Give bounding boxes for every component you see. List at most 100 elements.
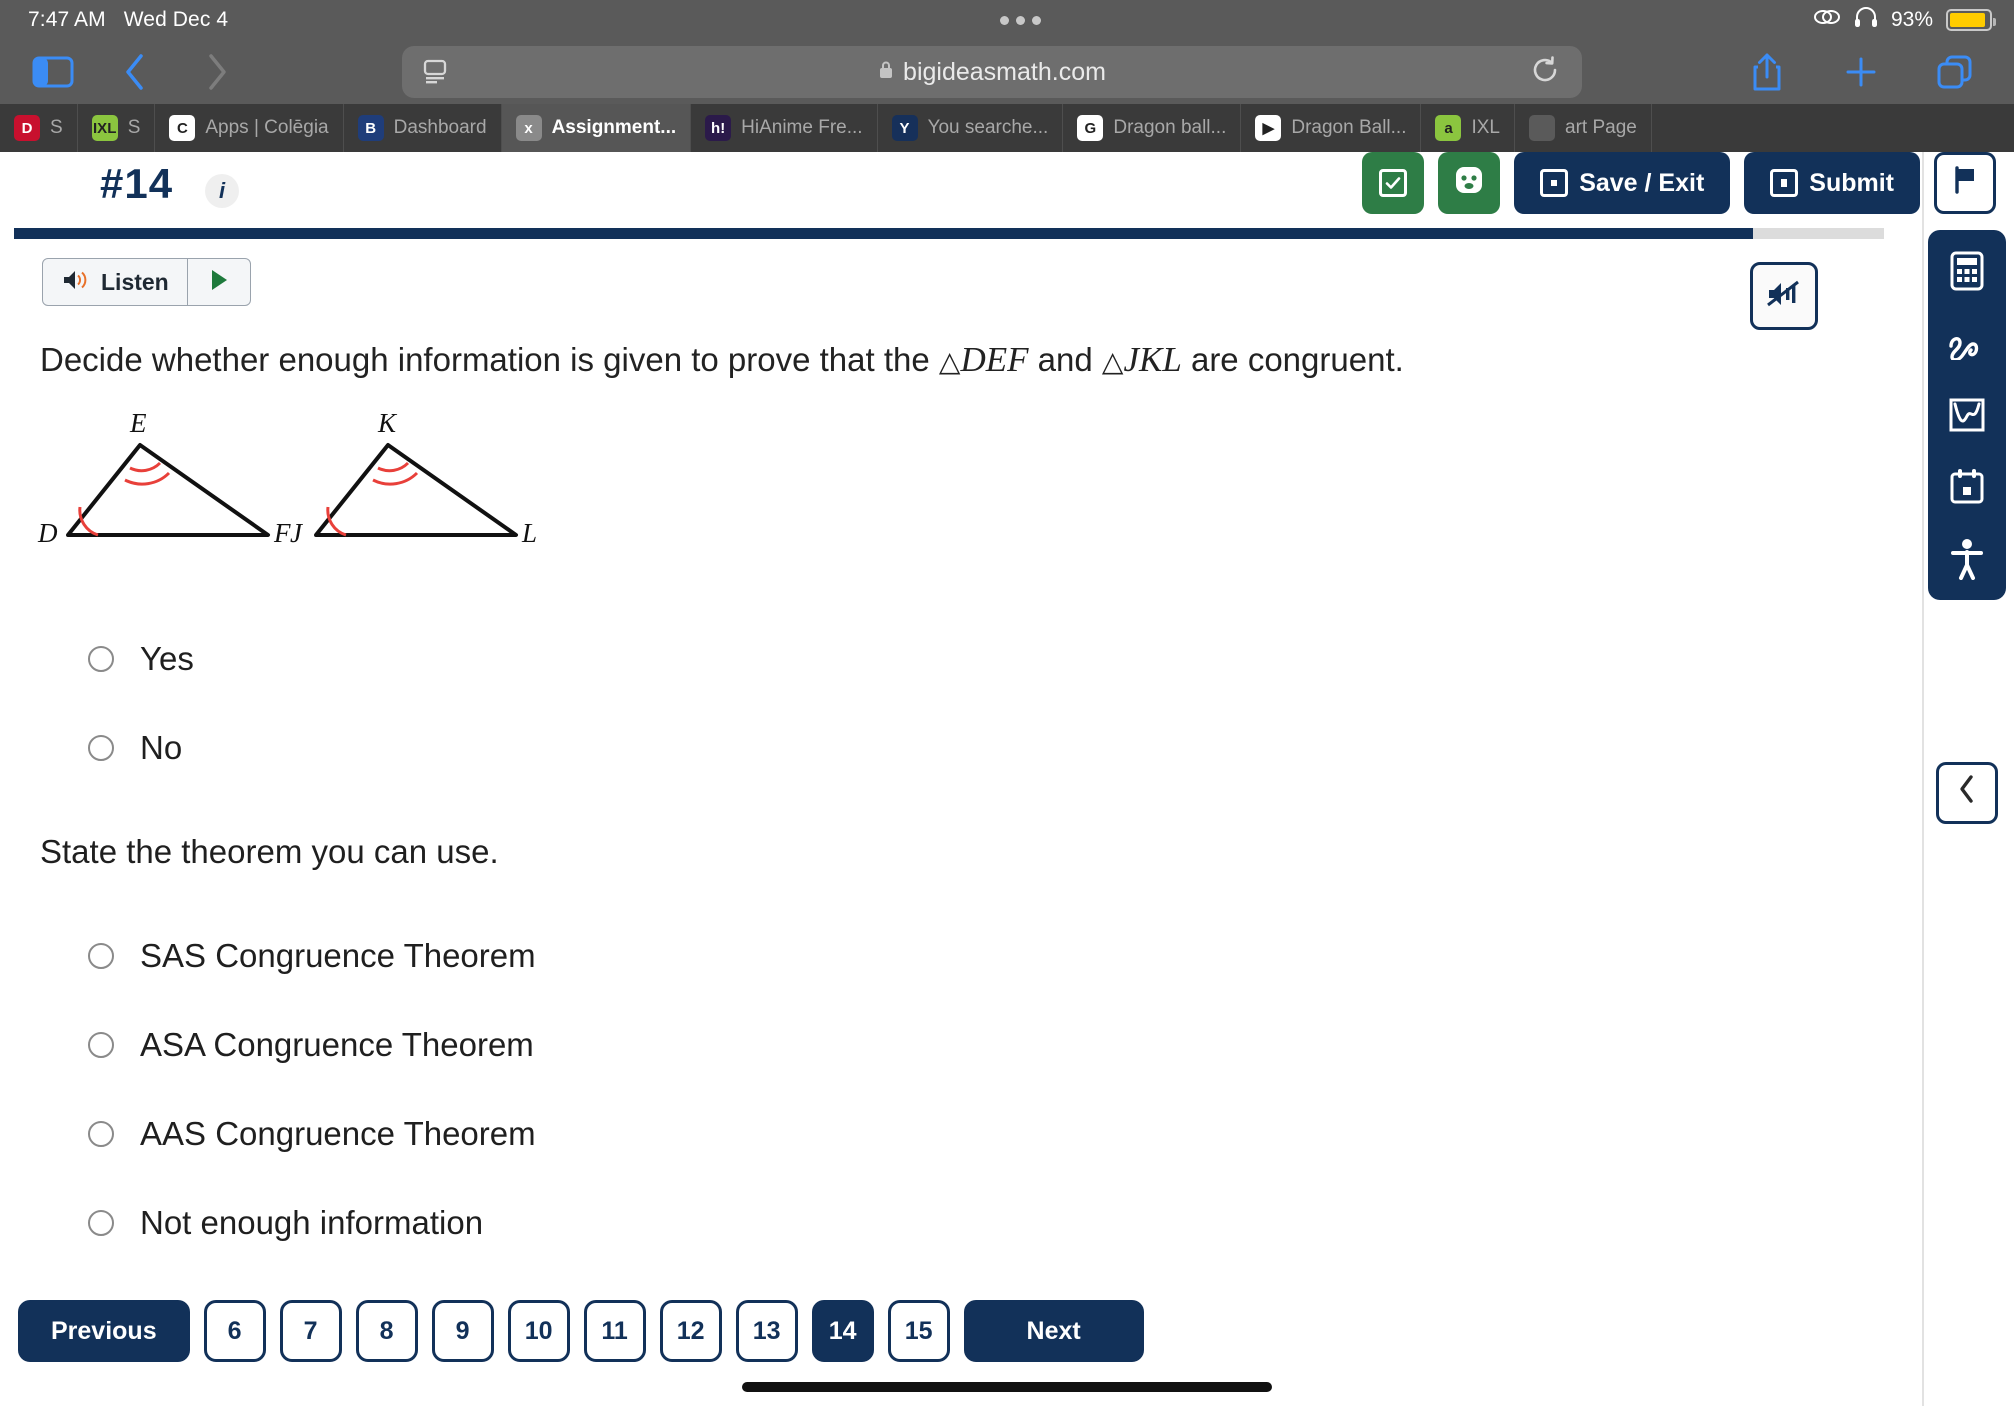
back-icon[interactable]	[112, 49, 158, 95]
reload-icon[interactable]	[1530, 55, 1560, 90]
prompt-part-2: and	[1037, 341, 1093, 378]
chevron-left-icon	[1957, 774, 1977, 812]
browser-tab[interactable]: a IXL	[1421, 104, 1516, 152]
tab-favicon-icon: a	[1435, 115, 1462, 141]
listen-toolbar: Listen	[42, 258, 251, 306]
browser-tab[interactable]: DS	[0, 104, 78, 152]
listen-button[interactable]: Listen	[43, 259, 187, 305]
tab-title: Apps | Colēgia	[205, 117, 329, 138]
screen-mirroring-icon	[1813, 7, 1841, 33]
accessibility-icon[interactable]	[1944, 536, 1990, 582]
option-yes-label: Yes	[140, 640, 194, 677]
option-not-enough[interactable]: Not enough information	[88, 1204, 483, 1242]
graph-icon[interactable]	[1944, 392, 1990, 438]
question-number: #14	[100, 160, 174, 207]
scribble-icon[interactable]	[1944, 320, 1990, 366]
page-button-13[interactable]: 13	[735, 1300, 798, 1362]
browser-tab[interactable]: C Apps | Colēgia	[155, 104, 344, 152]
browser-tab[interactable]: G Dragon ball...	[1063, 104, 1242, 152]
submit-label: Submit	[1809, 168, 1894, 197]
calculator-icon[interactable]	[1944, 248, 1990, 294]
svg-text:E: E	[129, 408, 147, 438]
mute-button[interactable]	[1750, 262, 1818, 330]
notes-icon[interactable]	[1944, 464, 1990, 510]
option-no[interactable]: No	[88, 729, 182, 767]
tab-favicon-icon: ▶	[1255, 115, 1282, 141]
ipad-safari-screen: 7:47 AM Wed Dec 4 93% bigideasmath.com D…	[0, 0, 2014, 1406]
browser-tab[interactable]: Y You searche...	[878, 104, 1064, 152]
home-indicator	[742, 1382, 1272, 1392]
tab-favicon-icon	[1529, 115, 1556, 141]
previous-button[interactable]: Previous	[18, 1300, 190, 1362]
option-yes[interactable]: Yes	[88, 640, 194, 678]
navigation-buttons	[0, 49, 240, 95]
play-button[interactable]	[188, 259, 250, 305]
page-button-6[interactable]: 6	[203, 1300, 266, 1362]
flag-button[interactable]	[1934, 152, 1996, 214]
svg-text:K: K	[377, 408, 398, 438]
page-button-9[interactable]: 9	[431, 1300, 494, 1362]
svg-text:J: J	[290, 518, 304, 548]
dynamic-island-dots	[228, 15, 1813, 25]
pagination-bar: Previous 6 7 8 9 10 11 12 13 14 15 Next	[18, 1300, 1144, 1362]
collapse-panel-button[interactable]	[1936, 762, 1998, 824]
radio-yes[interactable]	[88, 646, 114, 672]
new-tab-icon[interactable]	[1838, 49, 1884, 95]
radio-aas[interactable]	[88, 1121, 114, 1147]
forward-icon[interactable]	[194, 49, 240, 95]
tab-favicon-icon: D	[14, 115, 40, 141]
listen-label: Listen	[101, 268, 169, 295]
page-button-8[interactable]: 8	[355, 1300, 418, 1362]
tab-favicon-icon: h!	[705, 115, 732, 141]
three-dots-icon	[1000, 15, 1042, 25]
page-button-15[interactable]: 15	[887, 1300, 950, 1362]
tab-overview-icon[interactable]	[1932, 49, 1978, 95]
submit-button[interactable]: Submit	[1744, 152, 1920, 214]
lock-icon	[878, 58, 894, 87]
battery-percent: 93%	[1890, 8, 1933, 31]
check-answer-button[interactable]	[1362, 152, 1425, 214]
page-button-10[interactable]: 10	[507, 1300, 570, 1362]
browser-tab[interactable]: h! HiAnime Fre...	[691, 104, 878, 152]
header-action-buttons: Save / Exit Submit	[1362, 152, 1996, 214]
option-aas[interactable]: AAS Congruence Theorem	[88, 1115, 536, 1153]
page-button-11[interactable]: 11	[583, 1300, 646, 1362]
save-icon	[1540, 169, 1569, 197]
option-no-label: No	[140, 729, 183, 766]
share-icon[interactable]	[1744, 49, 1790, 95]
option-asa[interactable]: ASA Congruence Theorem	[88, 1026, 534, 1064]
sidebar-toggle-icon[interactable]	[30, 49, 76, 95]
radio-not-enough[interactable]	[88, 1210, 114, 1236]
status-left-group: 7:47 AM Wed Dec 4	[0, 8, 228, 32]
page-button-14[interactable]: 14	[811, 1300, 874, 1362]
help-button[interactable]	[1438, 152, 1501, 214]
page-button-7[interactable]: 7	[279, 1300, 342, 1362]
option-sas-label: SAS Congruence Theorem	[140, 937, 536, 974]
battery-icon	[1946, 9, 1996, 31]
flag-icon	[1950, 165, 1980, 202]
browser-tab[interactable]: art Page	[1515, 104, 1652, 152]
svg-text:L: L	[521, 518, 537, 548]
radio-sas[interactable]	[88, 943, 114, 969]
tab-favicon-icon: B	[357, 115, 384, 141]
browser-tab-bar: D S IXL S C Apps | Colēgia B Dashboard x Assignme…	[0, 104, 2014, 152]
svg-text:F: F	[273, 518, 291, 548]
next-button[interactable]: Next	[963, 1300, 1144, 1362]
prompt-part-1: Decide whether enough information is giv…	[40, 341, 930, 378]
congruent-triangles-figure: E D F K J L	[30, 400, 670, 575]
save-exit-button[interactable]: Save / Exit	[1514, 152, 1731, 214]
browser-tab[interactable]: ▶ Dragon Ball...	[1241, 104, 1422, 152]
browser-tab[interactable]: IXL S	[78, 104, 156, 152]
submit-icon	[1770, 169, 1799, 197]
reader-mode-icon[interactable]	[422, 59, 448, 85]
radio-asa[interactable]	[88, 1032, 114, 1058]
radio-no[interactable]	[88, 735, 114, 761]
url-bar[interactable]: bigideasmath.com	[402, 46, 1582, 98]
tab-favicon-icon: C	[169, 115, 196, 141]
info-icon[interactable]: i	[205, 174, 239, 208]
browser-tab[interactable]: B Dashboard	[344, 104, 502, 152]
page-button-12[interactable]: 12	[659, 1300, 722, 1362]
option-sas[interactable]: SAS Congruence Theorem	[88, 937, 536, 975]
status-time: 7:47 AM	[28, 8, 106, 31]
browser-tab[interactable]: x Assignment...	[501, 104, 692, 152]
